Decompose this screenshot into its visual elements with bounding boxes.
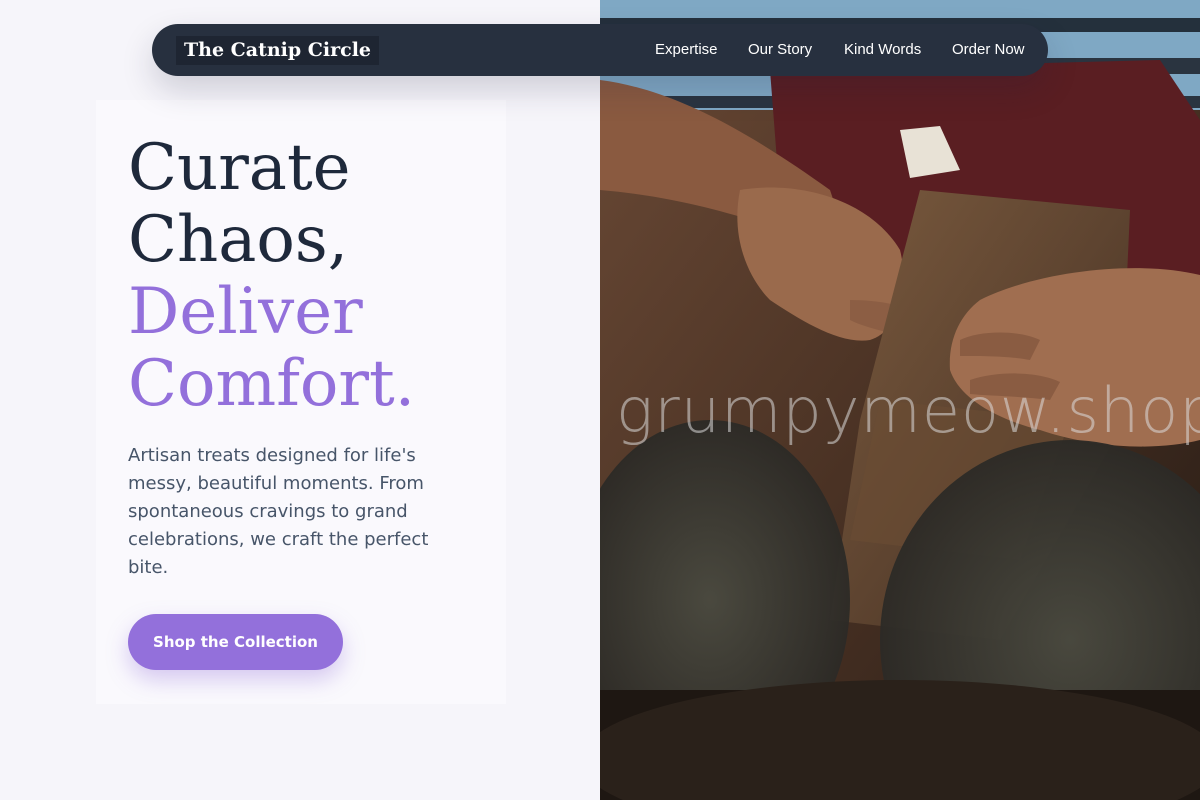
headline-accent-line-1: Deliver	[128, 275, 363, 349]
nav-link-expertise[interactable]: Expertise	[655, 40, 718, 60]
nav-link-order-now[interactable]: Order Now	[952, 40, 1025, 60]
top-navbar: The Catnip Circle Expertise Our Story Ki…	[152, 24, 1048, 76]
shop-collection-button[interactable]: Shop the Collection	[128, 614, 343, 670]
watermark-text: grumpymeow.shop	[616, 374, 1200, 447]
hero-subtext: Artisan treats designed for life's messy…	[128, 445, 429, 578]
nav-link-our-story[interactable]: Our Story	[748, 40, 812, 60]
brand-logo[interactable]: The Catnip Circle	[176, 36, 380, 65]
headline-line-1: Curate	[128, 131, 351, 205]
nav-link-kind-words[interactable]: Kind Words	[844, 40, 921, 60]
hero-headline: Curate Chaos, Deliver Comfort.	[128, 132, 415, 420]
headline-accent-line-2: Comfort.	[128, 347, 416, 421]
headline-line-2: Chaos,	[128, 203, 349, 277]
